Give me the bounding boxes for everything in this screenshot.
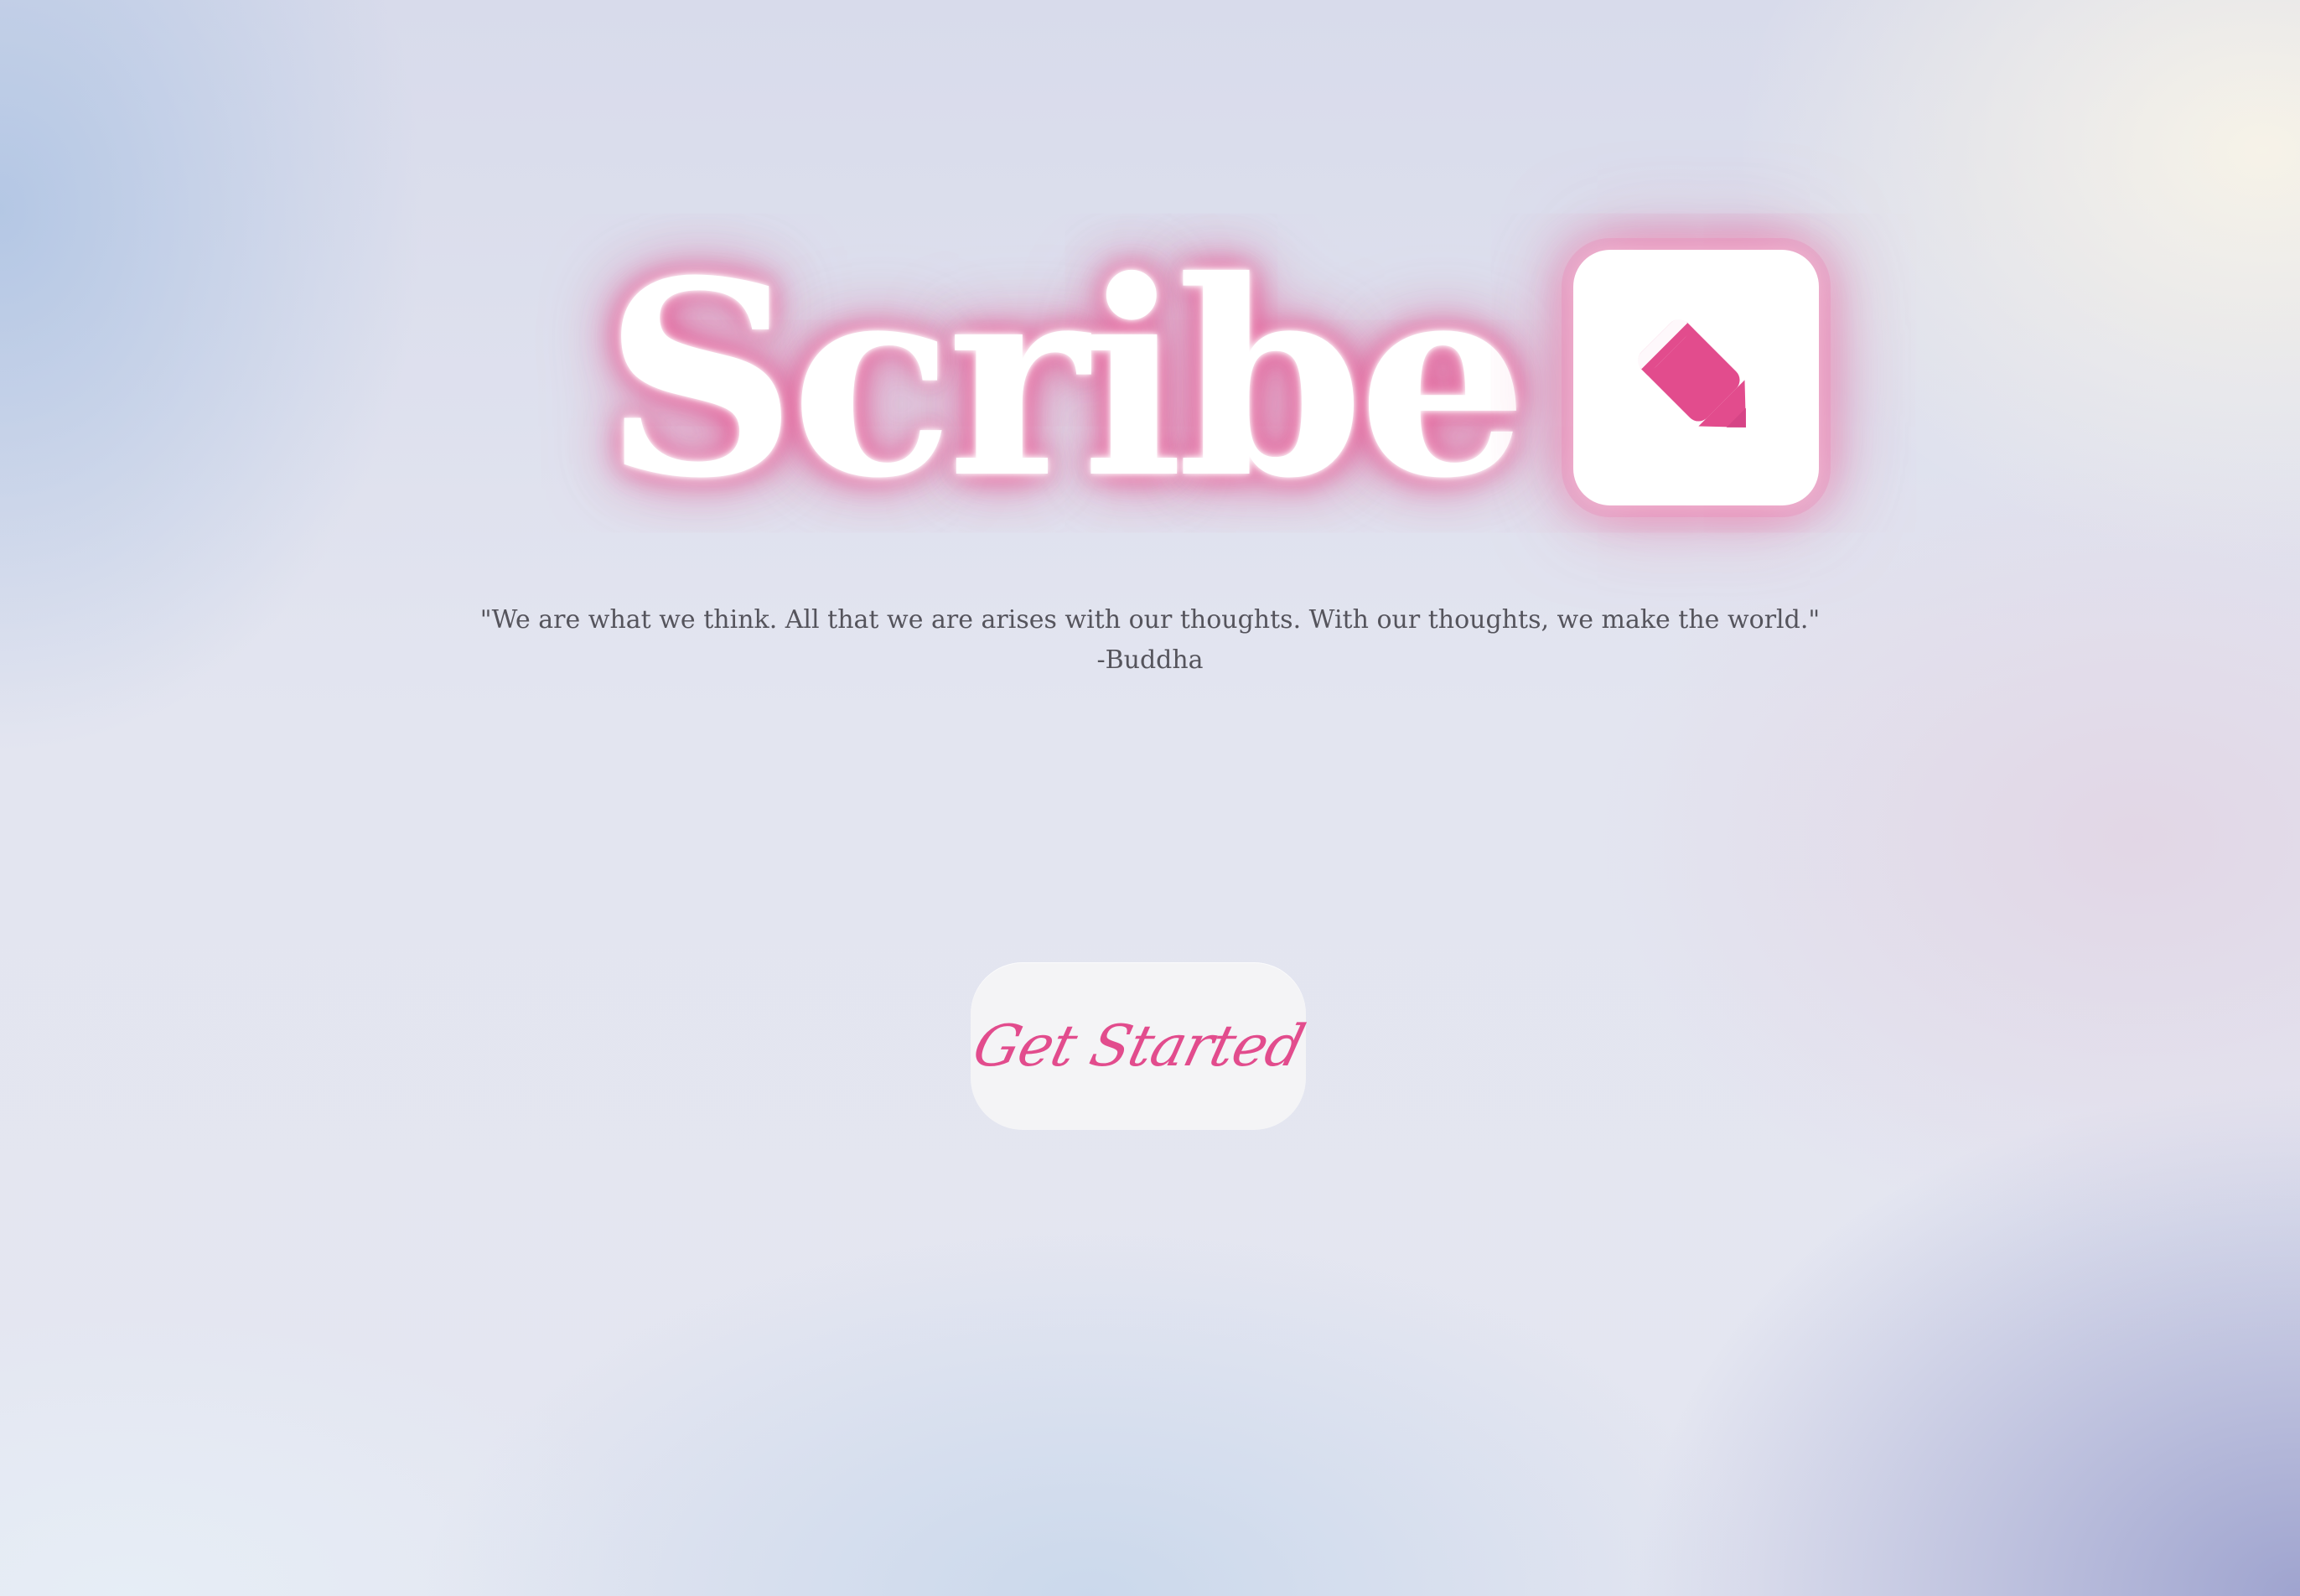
quote-block: "We are what we think. All that we are a… xyxy=(0,600,2300,681)
brand-logo: Scribe xyxy=(603,210,1819,545)
get-started-button[interactable]: Get Started xyxy=(966,962,1310,1130)
quote-text: "We are what we think. All that we are a… xyxy=(479,605,1821,635)
brand-wordmark: Scribe xyxy=(603,223,1528,537)
get-started-label: Get Started xyxy=(966,1013,1311,1080)
brand-icon-box xyxy=(1573,249,1819,505)
landing-hero: Scribe "We are what we think. All that w… xyxy=(0,0,2300,1596)
pencil-icon xyxy=(1637,319,1747,428)
quote-attribution: -Buddha xyxy=(1096,645,1204,675)
